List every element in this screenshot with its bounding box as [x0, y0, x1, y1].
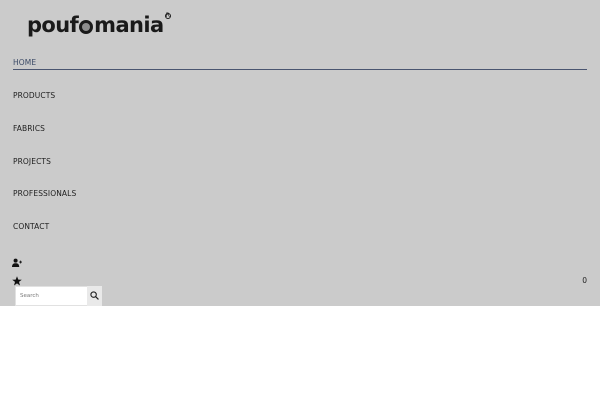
nav-item-fabrics[interactable]: FABRICS [13, 124, 45, 133]
mobile-menu-panel: pouf mania R HOME PRODUCTS FABRICS PROJE… [0, 0, 600, 306]
nav-item-home[interactable]: HOME [13, 58, 36, 67]
logo-text-part1: pouf [27, 13, 79, 37]
search-input[interactable] [15, 286, 87, 306]
nav-item-products[interactable]: PRODUCTS [13, 91, 55, 100]
brand-logo[interactable]: pouf mania R [27, 12, 171, 40]
nav-item-contact[interactable]: CONTACT [13, 222, 49, 231]
nav-active-underline [13, 69, 587, 70]
user-plus-icon[interactable] [12, 255, 22, 267]
search-button[interactable] [87, 286, 102, 306]
search-icon [90, 288, 99, 303]
logo-text-part2: mania [94, 13, 164, 37]
search-form [15, 286, 102, 306]
registered-mark: R [164, 12, 171, 19]
nav-item-projects[interactable]: PROJECTS [13, 157, 51, 166]
nav-item-professionals[interactable]: PROFESSIONALS [13, 189, 76, 198]
wishlist-count: 0 [582, 276, 587, 285]
star-icon[interactable] [12, 273, 22, 286]
logo-o-mark [79, 20, 94, 34]
